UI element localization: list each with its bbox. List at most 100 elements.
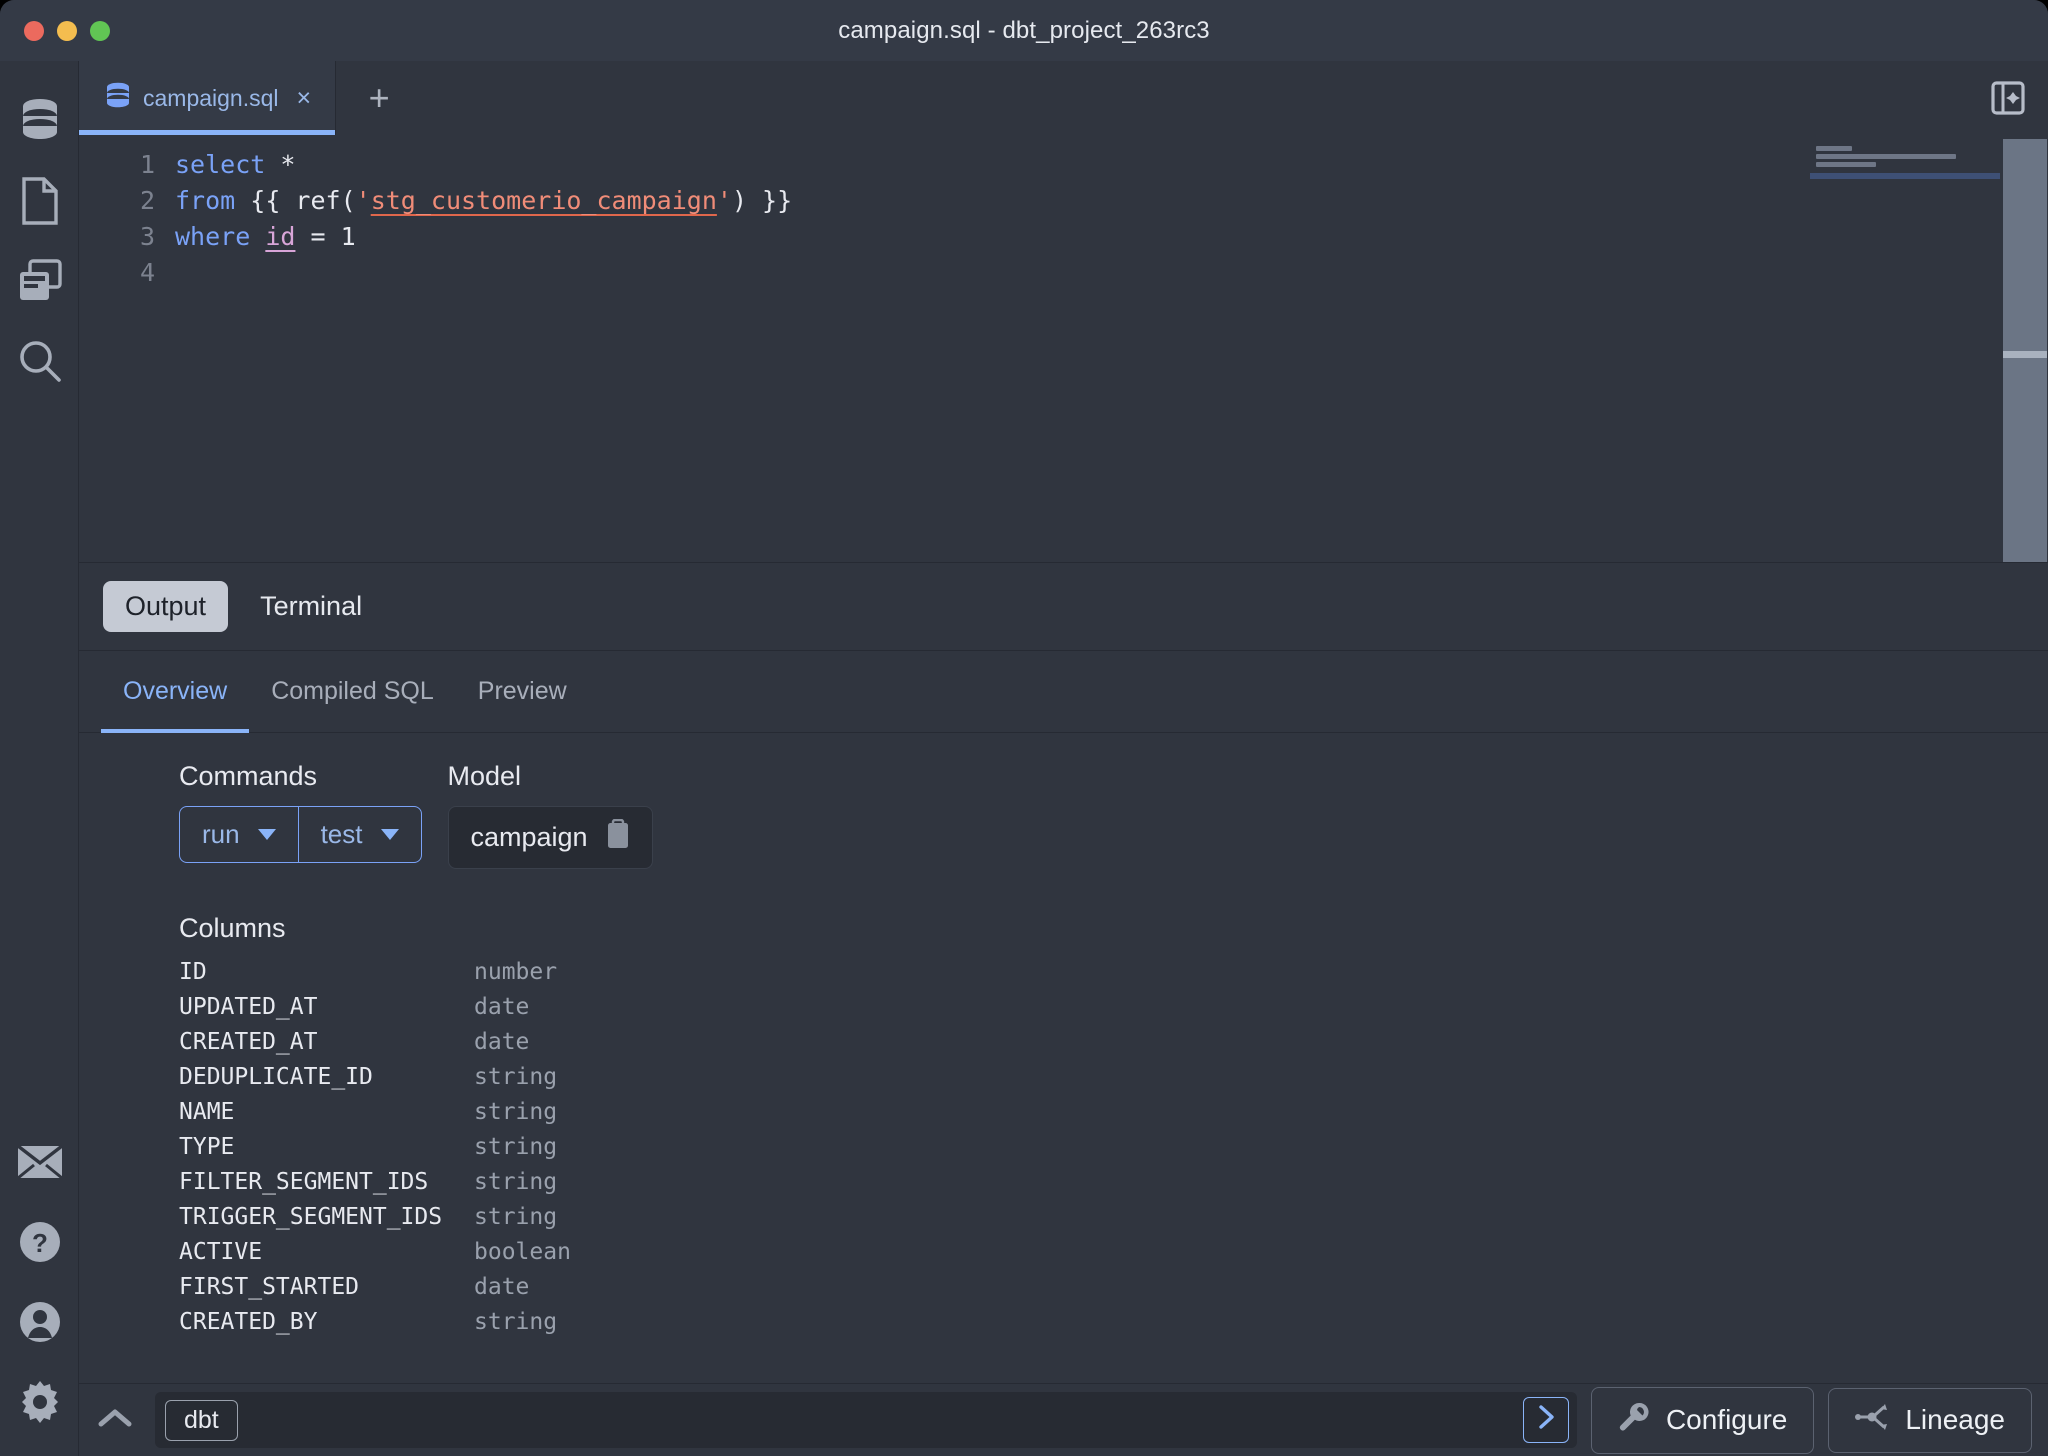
new-tab-button[interactable]: + xyxy=(336,61,422,135)
commands-label: Commands xyxy=(179,761,318,791)
rail-item-mail[interactable] xyxy=(0,1122,79,1202)
run-command-label: run xyxy=(202,819,240,849)
scrollbar-thumb[interactable] xyxy=(2003,139,2047,562)
help-icon: ? xyxy=(18,1220,62,1264)
column-type: boolean xyxy=(474,1238,571,1265)
rail-item-account[interactable] xyxy=(0,1282,79,1362)
chevron-down-icon[interactable] xyxy=(380,829,399,840)
rail-item-help[interactable]: ? xyxy=(0,1202,79,1282)
table-row: NAME string xyxy=(179,1094,2048,1129)
column-type: string xyxy=(474,1098,558,1125)
run-command-submit-button[interactable] xyxy=(1522,1397,1569,1443)
tab-output[interactable]: Output xyxy=(103,581,229,632)
configure-button[interactable]: Configure xyxy=(1590,1386,1815,1454)
model-chip[interactable]: campaign xyxy=(447,806,653,869)
maximize-window-button[interactable] xyxy=(90,20,110,41)
run-command-button[interactable]: run xyxy=(180,807,298,862)
output-pane-tabs: Output Terminal xyxy=(79,563,2048,651)
column-type: date xyxy=(474,1028,530,1055)
editor-minimap[interactable] xyxy=(1810,135,2000,562)
tab-label: campaign.sql xyxy=(143,84,279,111)
column-name: ID xyxy=(179,958,207,985)
line-text: from {{ ref('stg_customerio_campaign') }… xyxy=(175,186,793,215)
column-name: TRIGGER_SEGMENT_IDS xyxy=(179,1203,443,1230)
column-type: string xyxy=(474,1063,558,1090)
rail-item-files[interactable] xyxy=(0,161,79,241)
lineage-label: Lineage xyxy=(1905,1404,2005,1435)
wrench-icon xyxy=(1618,1401,1650,1440)
split-panel-add-icon[interactable] xyxy=(1986,76,2030,120)
tab-terminal[interactable]: Terminal xyxy=(238,581,384,632)
model-group: Model campaign xyxy=(447,761,653,869)
columns-label: Columns xyxy=(179,913,286,943)
minimap-line xyxy=(1816,154,1956,159)
test-command-label: test xyxy=(320,819,363,849)
code-line: 3 where id = 1 xyxy=(79,219,792,255)
column-name: FILTER_SEGMENT_IDS xyxy=(179,1168,429,1195)
column-type: string xyxy=(474,1133,558,1160)
column-type: date xyxy=(474,993,530,1020)
code-editor[interactable]: 1 select * 2 from {{ ref('stg_customerio… xyxy=(79,135,2048,563)
model-label: Model xyxy=(447,761,522,791)
column-type: string xyxy=(474,1308,558,1335)
tab-overview[interactable]: Overview xyxy=(101,651,250,733)
tab-preview[interactable]: Preview xyxy=(456,651,589,733)
tab-compiled-sql[interactable]: Compiled SQL xyxy=(249,651,456,733)
minimize-window-button[interactable] xyxy=(57,20,77,41)
clipboard-icon[interactable] xyxy=(606,818,630,856)
title-bar: campaign.sql - dbt_project_263rc3 xyxy=(0,0,2048,61)
line-text: select * xyxy=(175,150,296,179)
editor-tab-strip: campaign.sql × + xyxy=(79,61,2048,135)
command-input-bar[interactable]: dbt xyxy=(155,1392,1577,1448)
editor-vertical-scrollbar[interactable] xyxy=(2000,135,2048,562)
line-number: 3 xyxy=(139,222,155,251)
rail-item-settings[interactable] xyxy=(0,1362,79,1442)
lineage-button[interactable]: Lineage xyxy=(1828,1387,2032,1453)
code-line: 1 select * xyxy=(79,147,792,183)
test-command-button[interactable]: test xyxy=(297,807,421,862)
column-name: ACTIVE xyxy=(179,1238,263,1265)
lineage-icon xyxy=(1855,1402,1889,1439)
svg-text:?: ? xyxy=(32,1228,48,1258)
line-number: 2 xyxy=(139,186,155,215)
overview-content: Commands run test Model campaign Columns… xyxy=(79,733,2048,1339)
mail-icon xyxy=(16,1145,63,1179)
table-row: ACTIVE boolean xyxy=(179,1234,2048,1269)
chevron-right-icon xyxy=(1536,1404,1556,1437)
search-icon xyxy=(17,338,63,384)
table-row: UPDATED_AT date xyxy=(179,989,2048,1024)
table-row: CREATED_BY string xyxy=(179,1304,2048,1339)
dbt-prefix-chip: dbt xyxy=(165,1399,238,1441)
account-icon xyxy=(18,1300,62,1344)
rail-item-database[interactable] xyxy=(0,81,79,161)
rail-top-group xyxy=(0,81,79,401)
line-text: where id = 1 xyxy=(175,222,356,251)
column-type: string xyxy=(474,1203,558,1230)
column-type: string xyxy=(474,1168,558,1195)
column-name: TYPE xyxy=(179,1133,235,1160)
app-window: campaign.sql - dbt_project_263rc3 ? camp… xyxy=(0,0,2048,1456)
window-title: campaign.sql - dbt_project_263rc3 xyxy=(838,16,1210,44)
column-name: CREATED_AT xyxy=(179,1028,318,1055)
rail-item-search[interactable] xyxy=(0,321,79,401)
tab-campaign-sql[interactable]: campaign.sql × xyxy=(79,61,337,135)
minimap-line xyxy=(1816,146,1852,151)
code-line: 2 from {{ ref('stg_customerio_campaign')… xyxy=(79,183,792,219)
scrollbar-marker xyxy=(2003,351,2047,358)
commands-and-model-row: Commands run test Model campaign xyxy=(179,761,2048,869)
output-pane: Output Terminal Overview Compiled SQL Pr… xyxy=(79,563,2048,1383)
collapse-panel-button[interactable] xyxy=(89,1394,141,1446)
close-window-button[interactable] xyxy=(24,20,44,41)
copy-panels-icon xyxy=(17,258,63,304)
line-number: 1 xyxy=(139,150,155,179)
minimap-line xyxy=(1816,162,1876,167)
table-row: CREATED_AT date xyxy=(179,1024,2048,1059)
code-line: 4 xyxy=(79,255,792,291)
table-row: TYPE string xyxy=(179,1129,2048,1164)
file-icon xyxy=(20,176,60,226)
chevron-down-icon[interactable] xyxy=(257,829,276,840)
column-type: number xyxy=(474,958,558,985)
close-icon[interactable]: × xyxy=(297,85,312,111)
rail-item-panels[interactable] xyxy=(0,241,79,321)
rail-bottom-group: ? xyxy=(0,1122,79,1442)
